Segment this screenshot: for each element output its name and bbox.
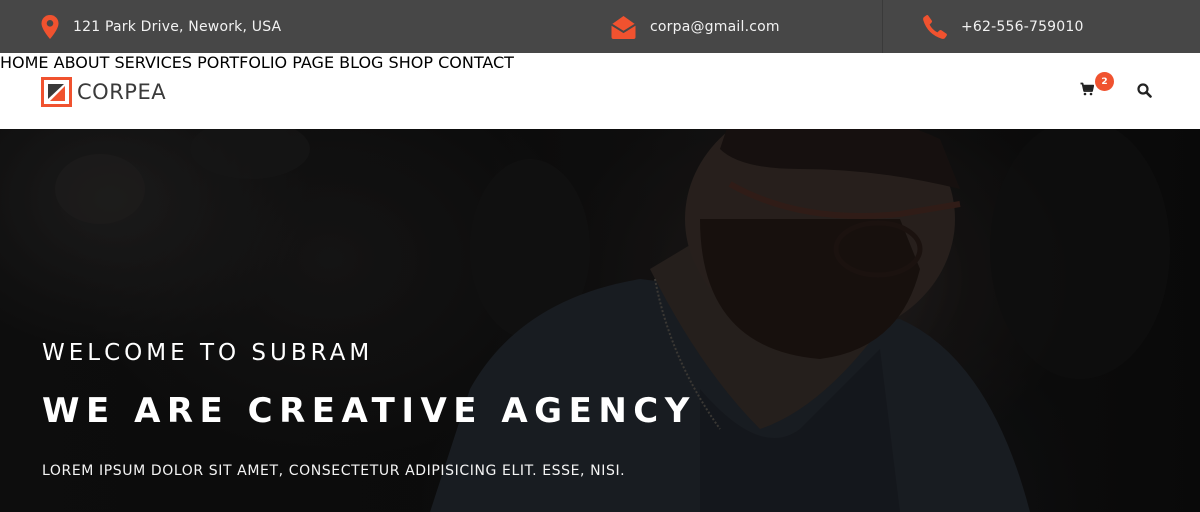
nav-services[interactable]: SERVICES xyxy=(114,53,192,72)
phone-icon xyxy=(922,14,948,40)
brand-name: CORPEA xyxy=(77,80,167,104)
brand-logo[interactable]: CORPEA xyxy=(41,77,166,107)
cart-count-badge: 2 xyxy=(1095,72,1114,91)
search-icon[interactable] xyxy=(1137,83,1152,102)
top-info-bar: 121 Park Drive, Nework, USA corpa@gmail.… xyxy=(0,0,1200,53)
hero-description: LOREM IPSUM DOLOR SIT AMET, CONSECTETUR … xyxy=(42,463,626,479)
hero-banner: WELCOME TO SUBRAM WE ARE CREATIVE AGENCY… xyxy=(0,129,1200,512)
topbar-divider xyxy=(882,0,883,53)
email-text[interactable]: corpa@gmail.com xyxy=(650,19,780,35)
shopping-cart-icon[interactable] xyxy=(1080,81,1096,97)
corpea-logo-mark-icon xyxy=(41,77,72,107)
hero-title: WE ARE CREATIVE AGENCY xyxy=(42,391,696,431)
address-info: 121 Park Drive, Nework, USA xyxy=(40,0,281,53)
main-navbar: CORPEA HOME ABOUT SERVICES PORTFOLIO PAG… xyxy=(0,53,1200,129)
nav-home[interactable]: HOME xyxy=(0,53,49,72)
email-info[interactable]: corpa@gmail.com xyxy=(610,0,780,53)
nav-contact[interactable]: CONTACT xyxy=(438,53,514,72)
nav-shop[interactable]: SHOP xyxy=(389,53,433,72)
envelope-icon xyxy=(610,14,637,40)
hero-background-photo xyxy=(0,129,1200,512)
address-text: 121 Park Drive, Nework, USA xyxy=(73,18,282,35)
hero-subtitle: WELCOME TO SUBRAM xyxy=(42,340,374,366)
phone-text[interactable]: +62-556-759010 xyxy=(961,19,1084,35)
nav-portfolio[interactable]: PORTFOLIO xyxy=(197,53,287,72)
map-pin-icon xyxy=(40,14,60,40)
nav-about[interactable]: ABOUT xyxy=(54,53,110,72)
phone-info[interactable]: +62-556-759010 xyxy=(922,0,1084,53)
nav-page[interactable]: PAGE xyxy=(292,53,334,72)
nav-blog[interactable]: BLOG xyxy=(339,53,383,72)
